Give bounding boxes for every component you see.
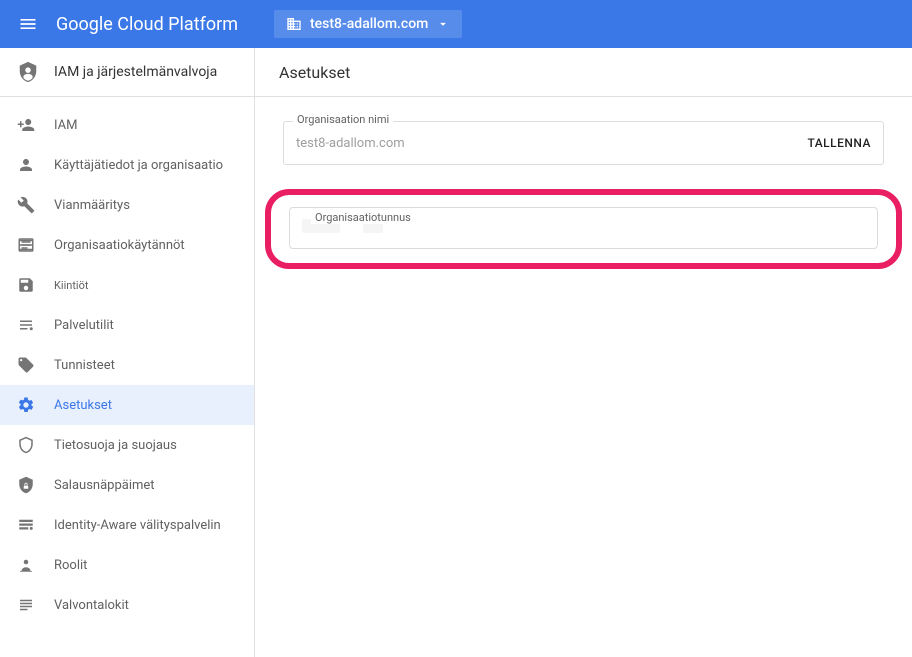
sidebar-item-label: Roolit (54, 558, 87, 573)
save-button[interactable]: TALLENNA (807, 136, 871, 150)
content: Organisaation nimi test8-adallom.com TAL… (255, 97, 912, 293)
save-icon (16, 275, 36, 295)
org-id-label: Organisaatiotunnus (311, 211, 415, 224)
sidebar-item-label: Organisaatiokäytännöt (54, 238, 185, 253)
sidebar-item-label: Tietosuoja ja suojaus (54, 438, 177, 453)
list-icon (16, 235, 36, 255)
hamburger-menu-button[interactable] (8, 4, 48, 44)
roles-icon (16, 555, 36, 575)
gear-icon (16, 395, 36, 415)
sidebar-item-privacy[interactable]: Tietosuoja ja suojaus (0, 425, 254, 465)
org-id-highlight: Organisaatiotunnus (265, 189, 902, 269)
brand-title: Google Cloud Platform (56, 14, 238, 35)
org-name-input[interactable]: test8-adallom.com (296, 136, 807, 151)
sidebar-item-org-policies[interactable]: Organisaatiokäytännöt (0, 225, 254, 265)
project-selector[interactable]: test8-adallom.com (274, 10, 462, 38)
accounts-icon (16, 315, 36, 335)
sidebar-item-iam[interactable]: IAM (0, 105, 254, 145)
sidebar-item-encryption[interactable]: Salausnäppäimet (0, 465, 254, 505)
shield-outline-icon (16, 435, 36, 455)
sidebar-item-settings[interactable]: Asetukset (0, 385, 254, 425)
person-plus-icon (16, 115, 36, 135)
sidebar-item-identity[interactable]: Käyttäjätiedot ja organisaatio (0, 145, 254, 185)
hamburger-icon (18, 14, 38, 34)
sidebar-item-label: IAM (54, 118, 77, 133)
sidebar-item-troubleshoot[interactable]: Vianmääritys (0, 185, 254, 225)
sidebar-item-service-accounts[interactable]: Palvelutilit (0, 305, 254, 345)
shield-lock-icon (16, 475, 36, 495)
page-title: Asetukset (255, 48, 912, 97)
main: Asetukset Organisaation nimi test8-adall… (255, 48, 912, 657)
sidebar-item-label: Valvontalokit (54, 598, 129, 613)
iap-icon (16, 515, 36, 535)
org-name-field-group: Organisaation nimi test8-adallom.com TAL… (283, 121, 884, 165)
sidebar-item-quotas[interactable]: Kiintiöt (0, 265, 254, 305)
org-id-field-group: Organisaatiotunnus (289, 207, 878, 249)
sidebar-item-label: Salausnäppäimet (54, 478, 155, 493)
sidebar-item-iap[interactable]: Identity-Aware välityspalvelin (0, 505, 254, 545)
sidebar-item-label: Kiintiöt (54, 279, 88, 292)
wrench-icon (16, 195, 36, 215)
sidebar-item-labels[interactable]: Tunnisteet (0, 345, 254, 385)
chevron-down-icon (436, 17, 450, 31)
sidebar-title: IAM ja järjestelmänvalvoja (54, 64, 217, 80)
tag-icon (16, 355, 36, 375)
project-name: test8-adallom.com (310, 16, 428, 32)
sidebar-item-label: Asetukset (54, 398, 112, 413)
sidebar-item-label: Palvelutilit (54, 318, 114, 333)
sidebar-item-label: Tunnisteet (54, 358, 115, 373)
sidebar-item-label: Vianmääritys (54, 198, 130, 213)
sidebar-nav: IAM Käyttäjätiedot ja organisaatio Vianmää… (0, 97, 254, 625)
sidebar-header: IAM ja järjestelmänvalvoja (0, 48, 254, 97)
org-icon (286, 16, 302, 32)
person-icon (16, 155, 36, 175)
org-name-row: test8-adallom.com TALLENNA (283, 121, 884, 165)
top-header: Google Cloud Platform test8-adallom.com (0, 0, 912, 48)
org-name-label: Organisaation nimi (293, 113, 393, 126)
sidebar-item-roles[interactable]: Roolit (0, 545, 254, 585)
iam-shield-icon (16, 60, 40, 84)
sidebar-item-audit[interactable]: Valvontalokit (0, 585, 254, 625)
sidebar-item-label: Käyttäjätiedot ja organisaatio (54, 158, 223, 173)
sidebar: IAM ja järjestelmänvalvoja IAM Käyttäjäti… (0, 48, 255, 657)
audit-icon (16, 595, 36, 615)
sidebar-item-label: Identity-Aware välityspalvelin (54, 518, 221, 533)
